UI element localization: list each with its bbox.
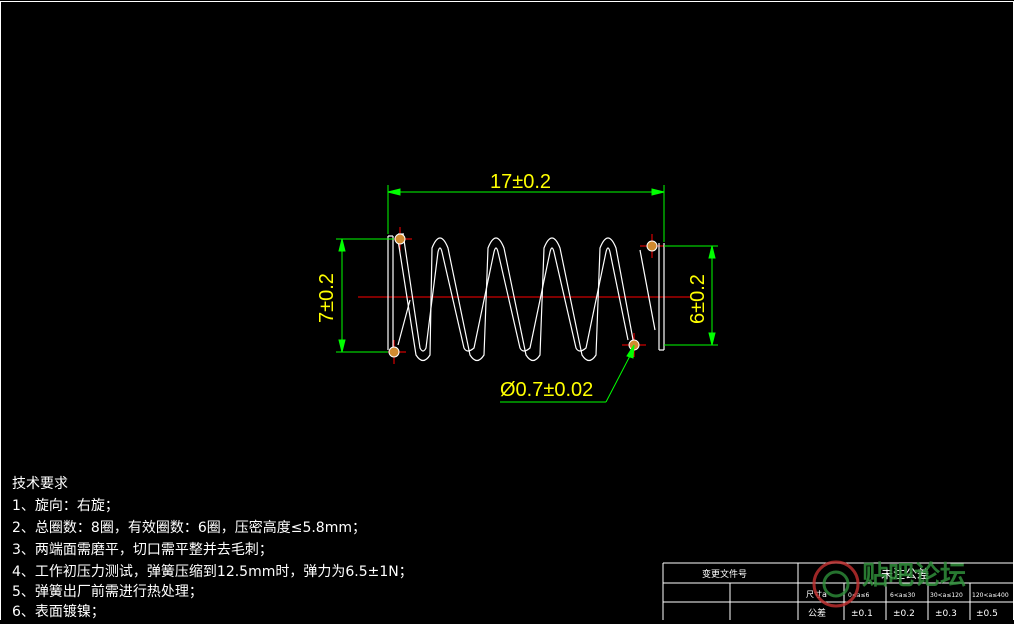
inner-diameter-dimension: 6±0.2 bbox=[687, 274, 709, 324]
requirement-1: 1、旋向：右旋； bbox=[12, 498, 119, 514]
requirements-title: 技术要求 bbox=[12, 476, 68, 492]
length-dimension: 17±0.2 bbox=[490, 171, 551, 193]
range-3: 30<a≤120 bbox=[930, 592, 963, 599]
wire-diameter-dimension: Ø0.7±0.02 bbox=[500, 379, 593, 401]
range-4: 120<a≤400 bbox=[972, 592, 1009, 599]
watermark-logo bbox=[812, 560, 860, 608]
tolerance-3: ±0.3 bbox=[935, 609, 957, 619]
tolerance-1: ±0.1 bbox=[851, 609, 873, 619]
tolerance-label: 公差 bbox=[808, 607, 826, 619]
range-2: 6<a≤30 bbox=[890, 592, 915, 599]
watermark-text: 贴吧论坛 bbox=[862, 561, 966, 591]
requirement-3: 3、两端面需磨平，切口需平整并去毛刺； bbox=[12, 542, 273, 558]
requirement-2: 2、总圈数：8圈，有效圈数：6圈，压密高度≤5.8mm； bbox=[12, 520, 366, 536]
outer-diameter-dimension: 7±0.2 bbox=[316, 273, 338, 323]
tolerance-4: ±0.5 bbox=[976, 609, 998, 619]
requirement-6: 6、表面镀镍； bbox=[12, 604, 105, 620]
tolerance-2: ±0.2 bbox=[893, 609, 915, 619]
change-doc-label: 变更文件号 bbox=[702, 568, 747, 580]
